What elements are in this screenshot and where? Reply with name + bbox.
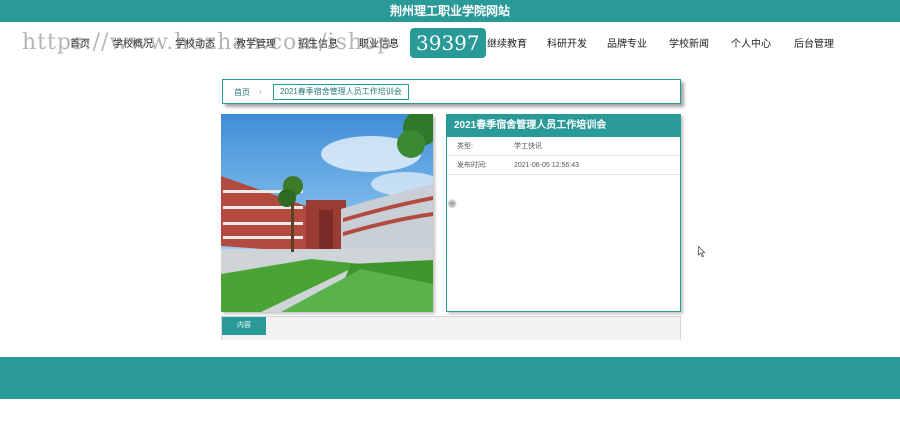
- detail-title: 2021春季宿舍管理人员工作培训会: [447, 115, 680, 137]
- nav-item-school-news-dynamics[interactable]: 学校动态: [175, 36, 215, 54]
- nav-item-school-news[interactable]: 学校新闻: [669, 36, 709, 54]
- detail-time-value: 2021-06-05 12:56:43: [514, 162, 579, 169]
- detail-type-row: 类型: 学工快讯: [447, 137, 680, 156]
- detail-type-label: 类型:: [457, 143, 473, 150]
- nav-item-career-info[interactable]: 职业信息: [359, 36, 399, 54]
- campus-photo-image: [221, 114, 433, 312]
- nav-item-personal-center[interactable]: 个人中心: [731, 36, 771, 54]
- detail-time-row: 发布时间: 2021-06-05 12:56:43: [447, 156, 680, 175]
- nav-item-home[interactable]: 首页: [70, 36, 90, 54]
- tab-content[interactable]: 内容: [222, 317, 266, 335]
- breadcrumb-home-link[interactable]: 首页: [234, 87, 250, 98]
- nav-item-brand-majors[interactable]: 品牌专业: [607, 36, 647, 54]
- breadcrumb: 首页 › 2021春季宿舍管理人员工作培训会: [222, 79, 681, 104]
- campus-photo: [221, 114, 433, 312]
- nav-item-admin[interactable]: 后台管理: [794, 36, 834, 54]
- mouse-cursor-icon: [698, 246, 706, 258]
- nav-item-research[interactable]: 科研开发: [547, 36, 587, 54]
- site-title: 荆州理工职业学院网站: [389, 4, 510, 18]
- nav-active-badge[interactable]: 39397: [410, 28, 486, 58]
- detail-time-label: 发布时间:: [457, 162, 487, 169]
- nav-item-admissions[interactable]: 招生信息: [298, 36, 338, 54]
- detail-panel: 2021春季宿舍管理人员工作培训会 类型: 学工快讯 发布时间: 2021-06…: [446, 114, 681, 312]
- breadcrumb-separator: ›: [259, 87, 262, 96]
- nav-item-school-overview[interactable]: 学校概况: [113, 36, 153, 54]
- loading-spinner-icon: ✺: [447, 197, 458, 211]
- breadcrumb-current: 2021春季宿舍管理人员工作培训会: [273, 84, 409, 100]
- nav-item-teaching-management[interactable]: 教学管理: [236, 36, 276, 54]
- detail-type-value: 学工快讯: [514, 143, 542, 150]
- footer-bar: [0, 357, 900, 399]
- site-header-bar: 荆州理工职业学院网站: [0, 0, 900, 22]
- nav-item-continuing-education[interactable]: 继续教育: [487, 36, 527, 54]
- main-nav: 首页 学校概况 学校动态 教学管理 招生信息 职业信息 39397 继续教育 科…: [0, 28, 900, 62]
- content-tabs: 内容: [221, 316, 681, 340]
